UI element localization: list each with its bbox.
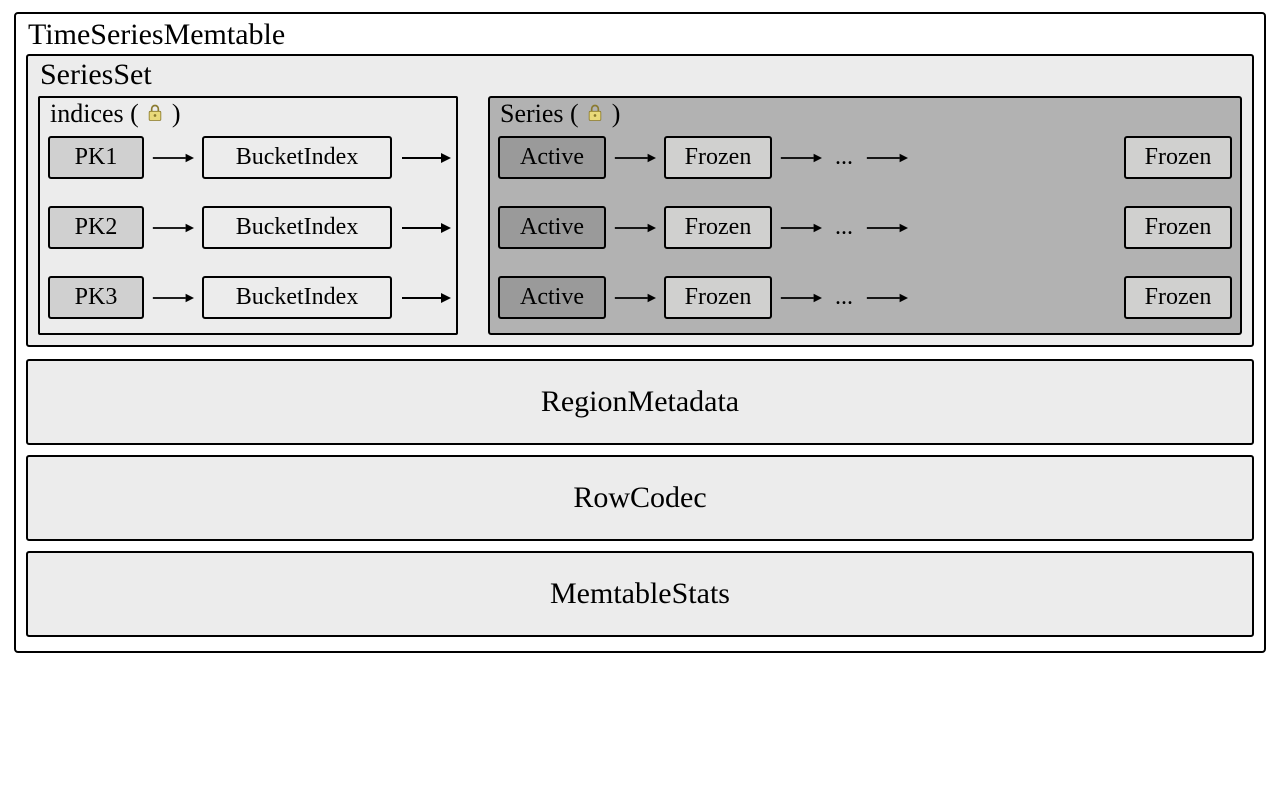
series-title: Series ( ): [498, 100, 1232, 133]
indices-row: PK1 BucketIndex: [48, 133, 448, 183]
pk-box: PK1: [48, 136, 144, 178]
pk-box: PK2: [48, 206, 144, 248]
active-box: Active: [498, 206, 606, 248]
arrow-icon: [614, 221, 656, 235]
frozen-box: Frozen: [664, 276, 772, 318]
arrow-icon: [866, 151, 908, 165]
ellipsis: ...: [830, 144, 858, 171]
indices-title: indices ( ): [48, 100, 448, 133]
indices-title-suffix: ): [172, 99, 181, 128]
lock-icon: [145, 102, 165, 124]
arrow-icon: [866, 291, 908, 305]
series-row: Active Frozen ... Frozen: [498, 133, 1232, 183]
arrow-icon: [780, 291, 822, 305]
series-rows: Active Frozen ... Frozen Active Frozen: [498, 133, 1232, 323]
bucketindex-box: BucketIndex: [202, 136, 392, 178]
arrow-icon: [866, 221, 908, 235]
frozen-box: Frozen: [664, 136, 772, 178]
timeseries-memtable-title: TimeSeriesMemtable: [26, 20, 1254, 54]
arrow-icon: [614, 151, 656, 165]
series-title-suffix: ): [612, 99, 621, 128]
row-codec-box: RowCodec: [26, 455, 1254, 541]
arrow-icon: [614, 291, 656, 305]
arrow-icon: [400, 221, 452, 235]
frozen-box: Frozen: [1124, 136, 1232, 178]
seriesset-panes: indices ( ) PK1 BucketIndex PK2 BucketI: [38, 96, 1242, 335]
timeseries-memtable-box: TimeSeriesMemtable SeriesSet indices ( )…: [14, 12, 1266, 653]
pk-box: PK3: [48, 276, 144, 318]
seriesset-title: SeriesSet: [38, 56, 1242, 96]
lock-icon: [585, 102, 605, 124]
indices-row: PK3 BucketIndex: [48, 273, 448, 323]
arrow-icon: [780, 151, 822, 165]
active-box: Active: [498, 276, 606, 318]
arrow-icon: [152, 291, 194, 305]
region-metadata-box: RegionMetadata: [26, 359, 1254, 445]
arrow-icon: [400, 151, 452, 165]
arrow-icon: [400, 291, 452, 305]
arrow-icon: [152, 151, 194, 165]
indices-rows: PK1 BucketIndex PK2 BucketIndex PK3: [48, 133, 448, 323]
arrow-icon: [152, 221, 194, 235]
series-title-prefix: Series (: [500, 99, 585, 128]
memtable-stats-box: MemtableStats: [26, 551, 1254, 637]
bottom-stack: RegionMetadata RowCodec MemtableStats: [26, 347, 1254, 637]
frozen-box: Frozen: [664, 206, 772, 248]
indices-title-prefix: indices (: [50, 99, 145, 128]
seriesset-box: SeriesSet indices ( ) PK1 BucketIndex: [26, 54, 1254, 347]
indices-row: PK2 BucketIndex: [48, 203, 448, 253]
bucketindex-box: BucketIndex: [202, 206, 392, 248]
series-row: Active Frozen ... Frozen: [498, 273, 1232, 323]
frozen-box: Frozen: [1124, 276, 1232, 318]
bucketindex-box: BucketIndex: [202, 276, 392, 318]
series-pane: Series ( ) Active Frozen ... Frozen: [488, 96, 1242, 335]
arrow-icon: [780, 221, 822, 235]
active-box: Active: [498, 136, 606, 178]
frozen-box: Frozen: [1124, 206, 1232, 248]
indices-pane: indices ( ) PK1 BucketIndex PK2 BucketI: [38, 96, 458, 335]
ellipsis: ...: [830, 284, 858, 311]
series-row: Active Frozen ... Frozen: [498, 203, 1232, 253]
ellipsis: ...: [830, 214, 858, 241]
